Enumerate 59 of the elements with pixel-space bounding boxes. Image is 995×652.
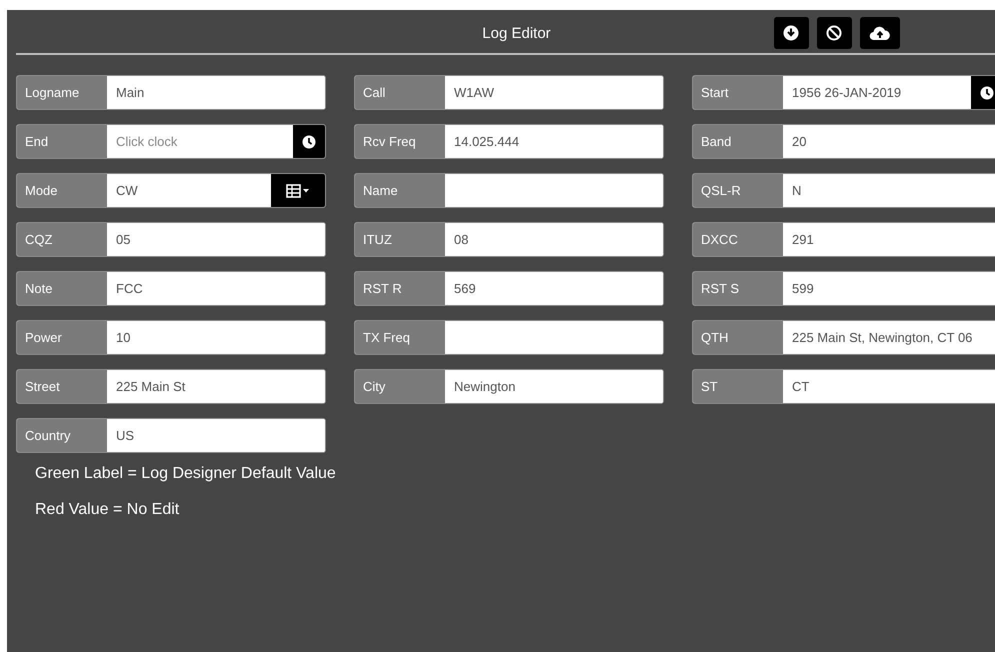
field-label: End <box>17 125 107 158</box>
field-label: CQZ <box>17 223 107 256</box>
field-label: Band <box>693 125 783 158</box>
form-field[interactable]: Country US <box>16 418 326 453</box>
field-label: Call <box>355 76 445 109</box>
form-field[interactable]: DXCC 291 <box>692 222 995 257</box>
legend-text: Red Value = No Edit <box>35 501 180 519</box>
field-label: QTH <box>693 321 783 354</box>
field-label: Street <box>17 370 107 403</box>
field-label: Note <box>17 272 107 305</box>
table-caret-icon <box>286 184 310 198</box>
clock-button[interactable] <box>971 76 995 109</box>
field-label: Mode <box>17 174 107 207</box>
form-field[interactable]: Call W1AW <box>354 75 664 110</box>
form-field[interactable]: End Click clock <box>16 124 326 159</box>
form-field[interactable]: QSL-R N <box>692 173 995 208</box>
field-label: ITUZ <box>355 223 445 256</box>
clock-icon <box>980 86 994 100</box>
form-field[interactable]: Name <box>354 173 664 208</box>
upload-button[interactable] <box>860 17 900 49</box>
form-field[interactable]: ITUZ 08 <box>354 222 664 257</box>
form-field[interactable]: CQZ 05 <box>16 222 326 257</box>
form-field[interactable]: Rcv Freq 14.025.444 <box>354 124 664 159</box>
clock-button[interactable] <box>293 125 325 158</box>
form-field[interactable]: Power 10 <box>16 320 326 355</box>
download-icon <box>783 25 800 41</box>
field-label: DXCC <box>693 223 783 256</box>
field-label: QSL-R <box>693 174 783 207</box>
legend-text: Green Label = Log Designer Default Value <box>35 465 337 483</box>
form-field[interactable]: City Newington <box>354 369 664 404</box>
field-label: City <box>355 370 445 403</box>
field-label: ST <box>693 370 783 403</box>
form-field[interactable]: Band 20 <box>692 124 995 159</box>
field-label: RST R <box>355 272 445 305</box>
form-field[interactable]: QTH 225 Main St, Newington, CT 06 <box>692 320 995 355</box>
cloud-upload-icon <box>868 25 891 41</box>
field-label: Logname <box>17 76 107 109</box>
form-field[interactable]: Mode CW <box>16 173 326 208</box>
form-field[interactable]: RST R 569 <box>354 271 664 306</box>
field-label: Country <box>17 419 107 452</box>
dropdown-button[interactable] <box>271 174 325 207</box>
form-field[interactable]: TX Freq <box>354 320 664 355</box>
field-label: Start <box>693 76 783 109</box>
field-label: Rcv Freq <box>355 125 445 158</box>
ban-icon <box>826 25 842 41</box>
form-field[interactable]: Start 1956 26-JAN-2019 <box>692 75 995 110</box>
form-field[interactable]: Note FCC <box>16 271 326 306</box>
clock-icon <box>302 134 316 148</box>
field-label: Power <box>17 321 107 354</box>
form-field[interactable]: Logname Main <box>16 75 326 110</box>
field-label: TX Freq <box>355 321 445 354</box>
form-field[interactable]: ST CT <box>692 369 995 404</box>
download-button[interactable] <box>774 17 809 49</box>
form-field[interactable]: Street 225 Main St <box>16 369 326 404</box>
window-title: Log Editor <box>482 24 551 42</box>
field-label: RST S <box>693 272 783 305</box>
field-label: Name <box>355 174 445 207</box>
cancel-button[interactable] <box>816 17 852 49</box>
form-field[interactable]: RST S 599 <box>692 271 995 306</box>
